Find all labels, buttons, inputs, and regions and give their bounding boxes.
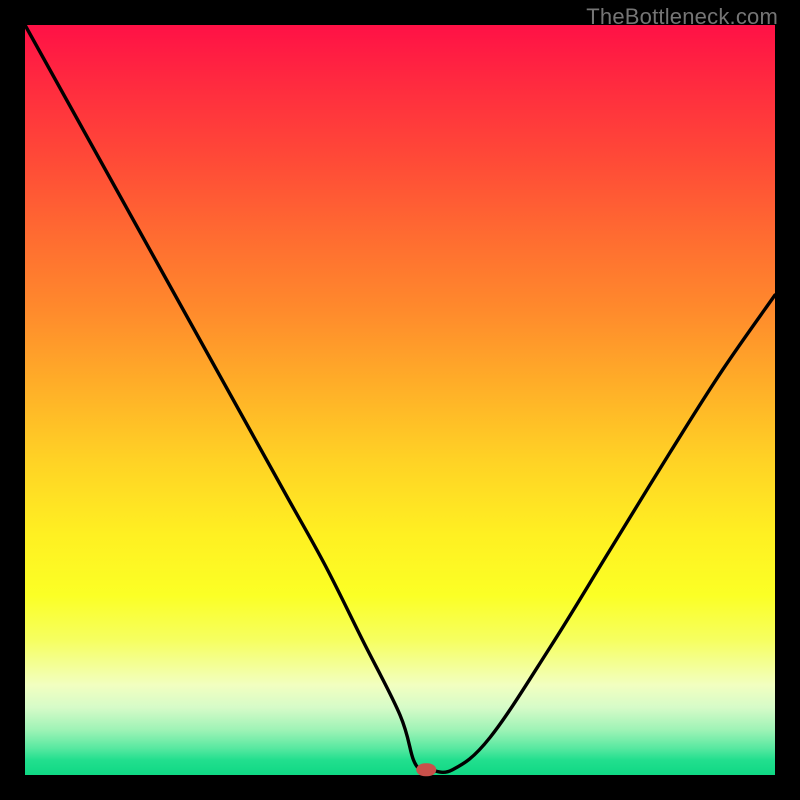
bottleneck-curve — [25, 25, 775, 772]
plot-area — [25, 25, 775, 775]
watermark-text: TheBottleneck.com — [586, 4, 778, 30]
chart-frame: TheBottleneck.com — [0, 0, 800, 800]
minimum-marker — [416, 763, 436, 776]
curve-svg — [25, 25, 775, 775]
